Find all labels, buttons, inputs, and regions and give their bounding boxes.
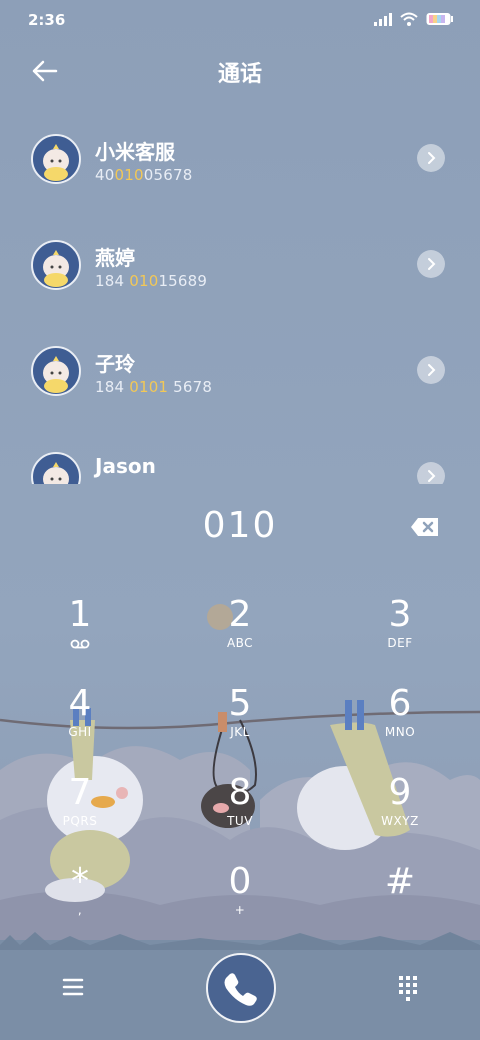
chevron-right-icon[interactable] bbox=[417, 462, 445, 484]
phone-icon bbox=[224, 973, 257, 1006]
key-1[interactable]: 1 bbox=[20, 595, 140, 675]
call-button[interactable] bbox=[206, 953, 276, 1023]
status-icons bbox=[374, 12, 454, 26]
contact-row[interactable]: 燕婷 184 01015689 bbox=[0, 210, 480, 316]
dialpad: 1 2 ABC 3 DEF 4 GHI 5 JKL 6 MNO 7 PQRS 8… bbox=[0, 595, 480, 925]
key-7[interactable]: 7 PQRS bbox=[20, 773, 140, 853]
chevron-right-icon[interactable] bbox=[417, 250, 445, 278]
dialpad-icon[interactable] bbox=[393, 972, 423, 1002]
avatar bbox=[31, 240, 81, 290]
key-2[interactable]: 2 ABC bbox=[180, 595, 300, 675]
wifi-icon bbox=[400, 12, 418, 26]
chevron-right-icon[interactable] bbox=[417, 144, 445, 172]
key-8[interactable]: 8 TUV bbox=[180, 773, 300, 853]
contact-name: Jason bbox=[95, 454, 156, 478]
contact-name: 燕婷 bbox=[95, 246, 135, 270]
key-9[interactable]: 9 WXYZ bbox=[340, 773, 460, 853]
contact-name: 子玲 bbox=[95, 352, 135, 376]
key-3[interactable]: 3 DEF bbox=[340, 595, 460, 675]
page-title: 通话 bbox=[217, 62, 262, 87]
bottom-bar bbox=[0, 950, 480, 1040]
number-match-highlight: 0101 bbox=[129, 378, 169, 396]
chevron-right-icon[interactable] bbox=[417, 356, 445, 384]
contact-row[interactable]: Jason bbox=[0, 422, 480, 484]
contact-row[interactable]: 小米客服 4001005678 bbox=[0, 104, 480, 210]
dialed-number: 010 bbox=[202, 505, 278, 546]
contact-match-list: 小米客服 4001005678 燕婷 184 01015689 子玲 184 0… bbox=[0, 104, 480, 484]
header: 通话 bbox=[0, 46, 480, 96]
signal-icon bbox=[374, 13, 392, 26]
key-star[interactable]: * , bbox=[20, 862, 140, 942]
avatar bbox=[31, 452, 81, 484]
key-hash[interactable]: # bbox=[340, 862, 460, 942]
number-match-highlight: 010 bbox=[129, 272, 159, 290]
contact-number: 184 0101 5678 bbox=[95, 378, 213, 396]
contact-row[interactable]: 子玲 184 0101 5678 bbox=[0, 316, 480, 422]
number-match-highlight: 010 bbox=[114, 166, 144, 184]
menu-icon[interactable] bbox=[58, 972, 88, 1002]
contact-name: 小米客服 bbox=[95, 140, 175, 164]
key-0[interactable]: 0 + bbox=[180, 862, 300, 942]
status-time: 2:36 bbox=[28, 11, 66, 29]
key-4[interactable]: 4 GHI bbox=[20, 684, 140, 764]
avatar bbox=[31, 134, 81, 184]
status-bar: 2:36 bbox=[0, 0, 480, 40]
voicemail-icon bbox=[70, 639, 90, 649]
key-5[interactable]: 5 JKL bbox=[180, 684, 300, 764]
key-6[interactable]: 6 MNO bbox=[340, 684, 460, 764]
contact-number: 184 01015689 bbox=[95, 272, 208, 290]
contact-number: 4001005678 bbox=[95, 166, 193, 184]
avatar bbox=[31, 346, 81, 396]
battery-icon bbox=[426, 13, 453, 25]
backspace-icon[interactable] bbox=[410, 515, 440, 539]
